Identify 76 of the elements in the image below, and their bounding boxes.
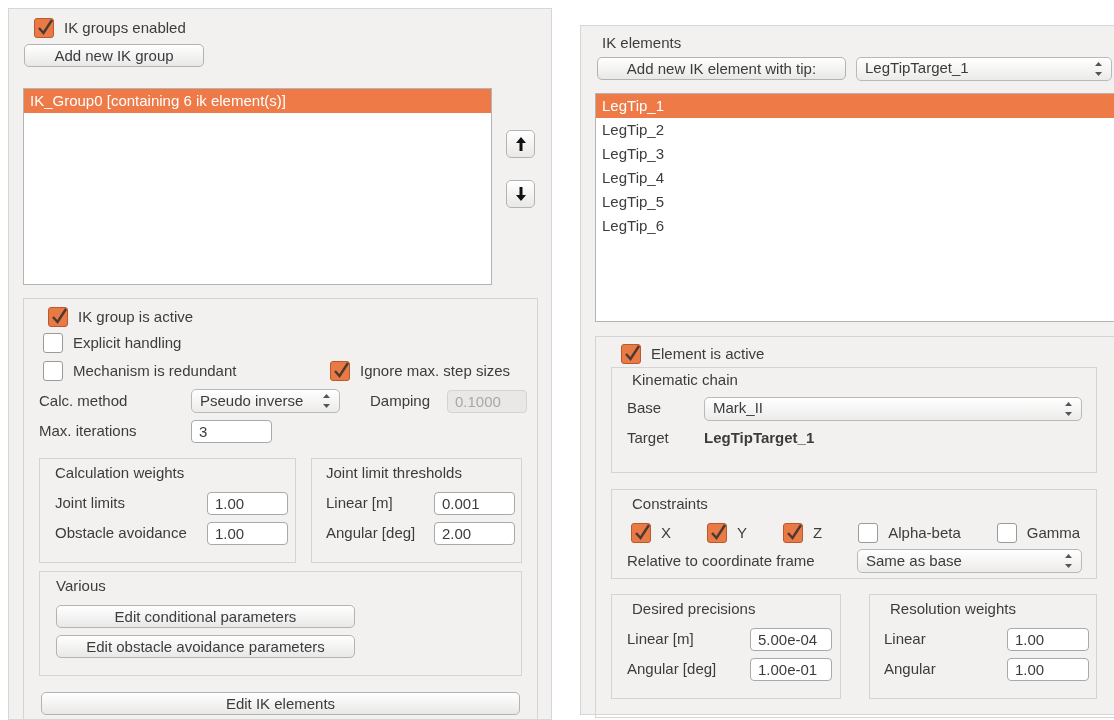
field-label: Max. iterations [39, 420, 138, 441]
list-item[interactable]: LegTip_6 [596, 213, 1114, 238]
updown-arrows-icon [1064, 553, 1073, 569]
group-title: Calculation weights [55, 463, 186, 483]
checkbox-label: Explicit handling [73, 332, 182, 353]
input-field[interactable]: 1.00 [1007, 657, 1089, 681]
field-label: Relative to coordinate frame [627, 550, 816, 571]
checkbox[interactable] [783, 522, 804, 543]
checkbox-label: Element is active [651, 343, 765, 364]
checkbox[interactable] [996, 522, 1017, 543]
field-label: Joint limits [55, 492, 126, 513]
button[interactable]: Edit obstacle avoidance parameters [56, 634, 355, 658]
list-item[interactable]: LegTip_5 [596, 189, 1114, 214]
checkbox[interactable] [858, 522, 879, 543]
section-title: IK elements [602, 33, 683, 53]
updown-arrows-icon [1094, 60, 1103, 77]
checkbox[interactable] [43, 333, 63, 353]
checkbox[interactable] [48, 307, 68, 327]
field-label: Target [627, 427, 670, 448]
input-field[interactable]: 2.00 [434, 521, 515, 545]
input-field[interactable]: 1.00 [207, 521, 288, 545]
checkbox-label: Y [737, 522, 748, 543]
checkbox[interactable] [621, 343, 641, 364]
button[interactable]: Add new IK group [24, 43, 204, 67]
button[interactable]: Edit conditional parameters [56, 604, 355, 628]
button[interactable]: Add new IK element with tip: [597, 57, 846, 80]
field-label: Base [627, 398, 663, 419]
updown-arrows-icon [322, 393, 331, 409]
checkbox-label: Z [813, 522, 823, 543]
input-field[interactable]: 5.00e-04 [750, 627, 832, 651]
checkbox-label: IK groups enabled [64, 18, 186, 38]
dropdown[interactable]: Mark_II [704, 396, 1082, 421]
dropdown[interactable]: Same as base [857, 549, 1082, 573]
dropdown[interactable]: LegTipTarget_1 [856, 56, 1112, 81]
button[interactable]: Edit IK elements [41, 692, 520, 715]
updown-arrows-icon [1064, 400, 1073, 417]
group-title: Joint limit thresholds [326, 463, 463, 483]
field-label: Angular [deg] [627, 658, 718, 679]
input-field[interactable]: 1.00e-01 [750, 657, 832, 681]
field-label: Linear [m] [326, 492, 394, 513]
checkbox-label: Mechanism is redundant [73, 360, 237, 381]
field-label: Obstacle avoidance [55, 522, 188, 543]
checkbox-label: IK group is active [78, 306, 194, 327]
group-title: Various [56, 576, 107, 596]
checkbox[interactable] [43, 361, 63, 381]
input-field[interactable]: 1.00 [207, 491, 288, 515]
checkbox-label: Gamma [1026, 522, 1081, 543]
input-field[interactable]: 3 [191, 419, 272, 443]
field-label: Linear [m] [627, 628, 695, 649]
list-item[interactable]: LegTip_4 [596, 165, 1114, 190]
group-title: Constraints [632, 494, 709, 514]
checkbox-label: Alpha-beta [888, 522, 961, 543]
checkbox[interactable] [631, 522, 651, 543]
field-label: Linear [884, 628, 927, 649]
down-arrow-icon [514, 186, 527, 202]
dropdown[interactable]: Pseudo inverse [191, 389, 340, 413]
input-field[interactable]: 1.00 [1007, 627, 1089, 651]
input-field[interactable]: 0.001 [434, 491, 515, 515]
field-label: Damping [370, 390, 432, 411]
checkbox-label: X [661, 522, 671, 543]
up-arrow-icon [514, 136, 527, 152]
group-title: Kinematic chain [632, 370, 739, 390]
field-label: Angular [884, 658, 937, 679]
group-title: Desired precisions [632, 599, 757, 619]
checkbox[interactable] [330, 361, 350, 381]
field-label: Angular [deg] [326, 522, 417, 543]
checkbox-label: Ignore max. step sizes [360, 360, 511, 381]
list-item[interactable]: LegTip_3 [596, 141, 1114, 166]
checkbox[interactable] [34, 18, 54, 39]
group-title: Resolution weights [890, 599, 1017, 619]
field-label: Calc. method [39, 390, 129, 411]
move-up-button[interactable] [506, 130, 535, 158]
checkbox[interactable] [707, 522, 727, 543]
list-item[interactable]: LegTip_2 [596, 117, 1114, 142]
target-value: LegTipTarget_1 [704, 427, 815, 448]
move-down-button[interactable] [506, 180, 535, 208]
